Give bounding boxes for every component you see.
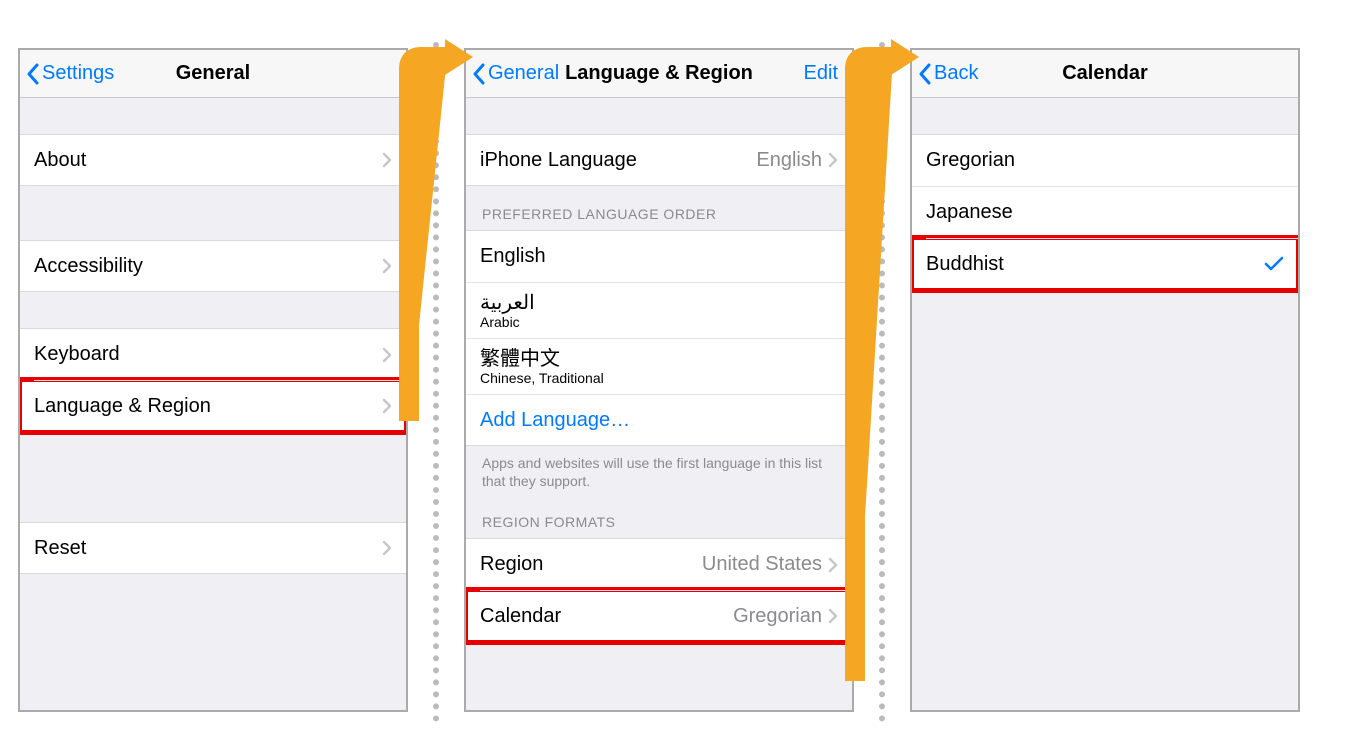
row-add-language[interactable]: Add Language… bbox=[466, 394, 852, 446]
row-about[interactable]: About bbox=[20, 134, 406, 186]
chevron-right-icon bbox=[382, 347, 392, 363]
row-label: Add Language… bbox=[480, 409, 630, 432]
nav-back-label: Back bbox=[934, 62, 978, 85]
group-region-formats: Region United States Calendar Gregorian bbox=[466, 538, 852, 642]
row-label: iPhone Language bbox=[480, 149, 637, 172]
stage-container: Settings General About Accessibility bbox=[18, 48, 1300, 722]
group-keyboard-lang: Keyboard Language & Region bbox=[20, 328, 406, 432]
group-calendar-options: Gregorian Japanese Buddhist bbox=[912, 134, 1298, 290]
row-label: Region bbox=[480, 553, 543, 576]
row-language-region[interactable]: Language & Region bbox=[20, 380, 406, 432]
section-footer-note: Apps and websites will use the first lan… bbox=[466, 446, 852, 498]
group-preferred-languages: English العربية Arabic 繁體中文 Chinese, Tra… bbox=[466, 230, 852, 446]
row-language-chinese-traditional[interactable]: 繁體中文 Chinese, Traditional bbox=[466, 338, 852, 394]
divider-dots bbox=[854, 48, 910, 722]
chevron-right-icon bbox=[382, 398, 392, 414]
section-header-preferred: PREFERRED LANGUAGE ORDER bbox=[466, 186, 852, 230]
chevron-left-icon bbox=[918, 63, 932, 85]
group-accessibility: Accessibility bbox=[20, 240, 406, 292]
nav-back[interactable]: Back bbox=[918, 62, 978, 85]
navbar-language-region: General Language & Region Edit bbox=[466, 50, 852, 98]
chevron-left-icon bbox=[472, 63, 486, 85]
row-region[interactable]: Region United States bbox=[466, 538, 852, 590]
group-about: About bbox=[20, 134, 406, 186]
section-header-region-formats: REGION FORMATS bbox=[466, 498, 852, 538]
list-gap bbox=[912, 98, 1298, 134]
row-native: 繁體中文 bbox=[480, 348, 560, 370]
group-iphone-language: iPhone Language English bbox=[466, 134, 852, 186]
chevron-right-icon bbox=[382, 152, 392, 168]
divider-dots bbox=[408, 48, 464, 722]
row-label: Reset bbox=[34, 537, 86, 560]
row-iphone-language[interactable]: iPhone Language English bbox=[466, 134, 852, 186]
nav-back-label: Settings bbox=[42, 62, 114, 85]
chevron-right-icon bbox=[828, 557, 838, 573]
row-label: Calendar bbox=[480, 605, 561, 628]
row-value: United States bbox=[702, 553, 822, 576]
chevron-right-icon bbox=[382, 540, 392, 556]
row-buddhist[interactable]: Buddhist bbox=[912, 238, 1298, 290]
row-language-arabic[interactable]: العربية Arabic bbox=[466, 282, 852, 338]
row-sub: Arabic bbox=[480, 314, 520, 330]
list-general: About Accessibility Keyboard bbox=[20, 98, 406, 574]
row-label: Buddhist bbox=[926, 253, 1004, 276]
list-gap bbox=[20, 98, 406, 134]
nav-back-general[interactable]: General bbox=[472, 62, 559, 85]
list-gap bbox=[466, 98, 852, 134]
navbar-general: Settings General bbox=[20, 50, 406, 98]
nav-edit-button[interactable]: Edit bbox=[804, 62, 846, 85]
list-gap bbox=[20, 432, 406, 522]
chevron-right-icon bbox=[382, 258, 392, 274]
row-keyboard[interactable]: Keyboard bbox=[20, 328, 406, 380]
row-label: Gregorian bbox=[926, 149, 1015, 172]
list-gap bbox=[20, 186, 406, 240]
chevron-left-icon bbox=[26, 63, 40, 85]
row-reset[interactable]: Reset bbox=[20, 522, 406, 574]
list-gap bbox=[20, 292, 406, 328]
row-label: English bbox=[480, 245, 546, 268]
list-calendar: Gregorian Japanese Buddhist bbox=[912, 98, 1298, 290]
row-sub: Chinese, Traditional bbox=[480, 370, 604, 386]
panel-calendar: Back Calendar Gregorian Japanese Buddhis… bbox=[910, 48, 1300, 712]
navbar-calendar: Back Calendar bbox=[912, 50, 1298, 98]
panel-general: Settings General About Accessibility bbox=[18, 48, 408, 712]
list-language-region: iPhone Language English PREFERRED LANGUA… bbox=[466, 98, 852, 642]
row-label: Keyboard bbox=[34, 343, 120, 366]
group-reset: Reset bbox=[20, 522, 406, 574]
row-native: العربية bbox=[480, 292, 535, 314]
row-japanese[interactable]: Japanese bbox=[912, 186, 1298, 238]
row-accessibility[interactable]: Accessibility bbox=[20, 240, 406, 292]
nav-back-label: General bbox=[488, 62, 559, 85]
row-value: English bbox=[756, 149, 822, 172]
row-label: About bbox=[34, 149, 86, 172]
row-language-english[interactable]: English bbox=[466, 230, 852, 282]
nav-back-settings[interactable]: Settings bbox=[26, 62, 114, 85]
row-label: Japanese bbox=[926, 201, 1013, 224]
row-label: Language & Region bbox=[34, 395, 211, 418]
row-value: Gregorian bbox=[733, 605, 822, 628]
row-label: Accessibility bbox=[34, 255, 143, 278]
check-icon bbox=[1264, 256, 1284, 272]
row-gregorian[interactable]: Gregorian bbox=[912, 134, 1298, 186]
panel-language-region: General Language & Region Edit iPhone La… bbox=[464, 48, 854, 712]
chevron-right-icon bbox=[828, 152, 838, 168]
row-calendar[interactable]: Calendar Gregorian bbox=[466, 590, 852, 642]
chevron-right-icon bbox=[828, 608, 838, 624]
